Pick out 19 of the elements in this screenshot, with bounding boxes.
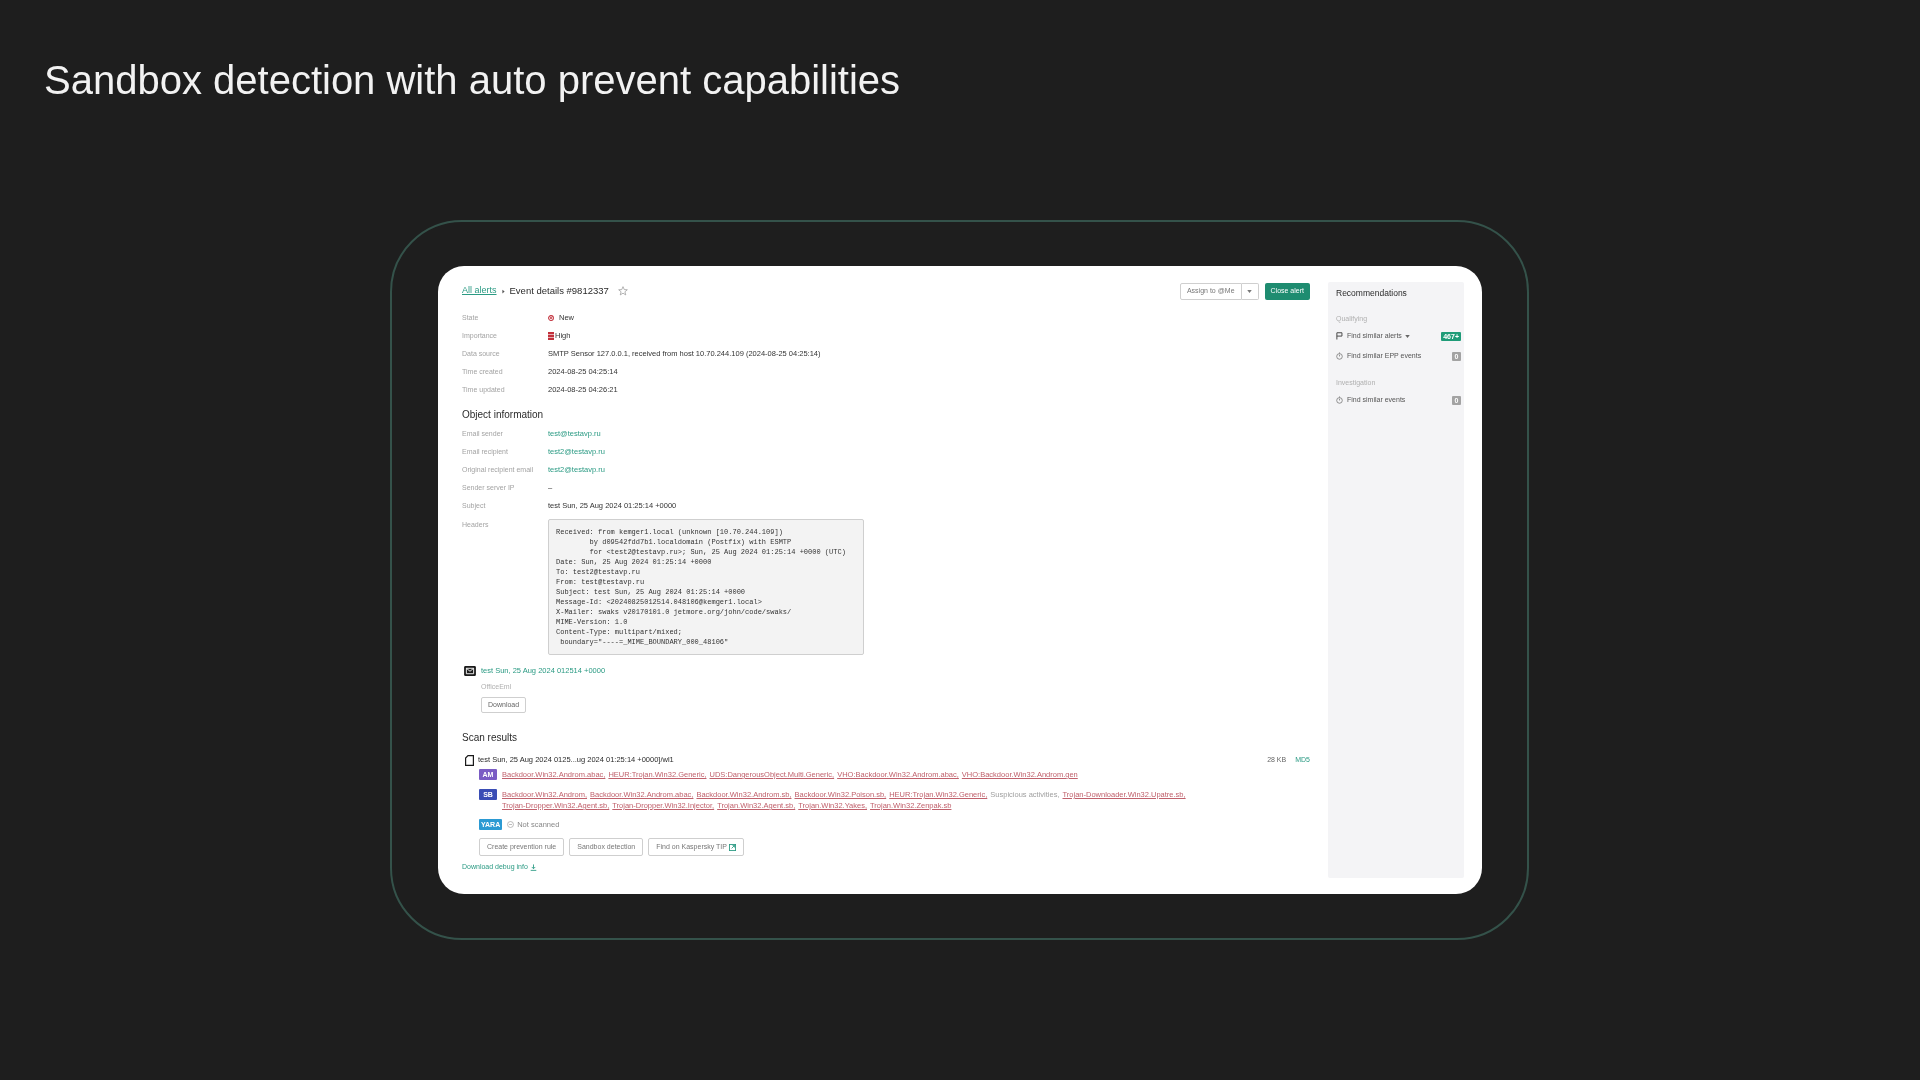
breadcrumb-link[interactable]: All alerts bbox=[462, 284, 497, 298]
stopwatch-icon bbox=[1336, 396, 1343, 404]
section-heading: Scan results bbox=[462, 731, 518, 745]
chevron-right-icon bbox=[501, 288, 505, 294]
slide-title: Sandbox detection with auto prevent capabilities bbox=[44, 57, 901, 104]
envelope-icon bbox=[464, 666, 476, 676]
status-ring-icon bbox=[548, 315, 554, 321]
flag-icon bbox=[1336, 332, 1343, 340]
page-title: Event details #9812337 bbox=[509, 283, 609, 298]
importance-bars-icon bbox=[548, 332, 554, 340]
section-heading: Object information bbox=[462, 408, 544, 422]
document-icon bbox=[465, 754, 474, 766]
caret-down-icon bbox=[1247, 289, 1253, 293]
stopwatch-icon bbox=[1336, 352, 1343, 360]
download-icon[interactable] bbox=[529, 863, 537, 871]
minus-circle-icon bbox=[507, 821, 515, 828]
panel-title: Recommendations bbox=[1336, 287, 1408, 299]
star-icon[interactable] bbox=[617, 286, 628, 296]
caret-down-icon[interactable] bbox=[1404, 334, 1410, 338]
